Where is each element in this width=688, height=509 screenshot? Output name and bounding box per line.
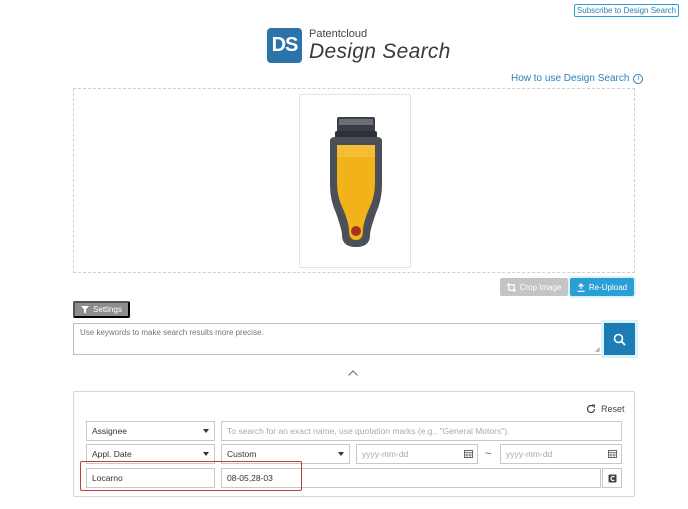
date-from-placeholder: yyyy-mm-dd bbox=[362, 449, 409, 459]
date-to-placeholder: yyyy-mm-dd bbox=[506, 449, 553, 459]
reset-button[interactable]: Reset bbox=[586, 404, 625, 414]
assignee-field-select[interactable]: Assignee bbox=[86, 421, 215, 441]
reupload-button[interactable]: Re-Upload bbox=[570, 278, 634, 296]
search-icon bbox=[613, 333, 626, 346]
keyword-input[interactable] bbox=[73, 323, 603, 355]
classification-icon bbox=[608, 474, 616, 482]
reupload-label: Re-Upload bbox=[588, 282, 628, 292]
date-range-type-select[interactable]: Custom bbox=[221, 444, 350, 464]
image-upload-dropzone[interactable] bbox=[73, 88, 635, 273]
assignee-placeholder: To search for an exact name, use quotati… bbox=[227, 426, 510, 436]
caret-down-icon bbox=[203, 429, 209, 433]
date-field-label: Appl. Date bbox=[92, 449, 132, 459]
uploaded-image-preview bbox=[299, 94, 411, 268]
logo-text: Patentcloud Design Search bbox=[309, 28, 451, 64]
crop-image-button[interactable]: Crop Image bbox=[500, 278, 568, 296]
date-to-input[interactable]: yyyy-mm-dd bbox=[500, 444, 622, 464]
refresh-icon bbox=[586, 404, 596, 414]
howto-label: How to use Design Search bbox=[511, 73, 630, 84]
crop-label: Crop Image bbox=[519, 282, 562, 292]
date-field-select[interactable]: Appl. Date bbox=[86, 444, 215, 464]
assignee-input[interactable]: To search for an exact name, use quotati… bbox=[221, 421, 622, 441]
assignee-field-label: Assignee bbox=[92, 426, 127, 436]
locarno-input[interactable]: 08-05,28-03 bbox=[221, 468, 601, 488]
app-logo[interactable]: DS Patentcloud Design Search bbox=[267, 28, 451, 64]
info-icon: i bbox=[633, 73, 644, 84]
locarno-label: Locarno bbox=[92, 473, 123, 483]
subscribe-button[interactable]: Subscribe to Design Search bbox=[574, 4, 679, 17]
chevron-up-icon[interactable] bbox=[347, 368, 359, 378]
resize-handle-icon[interactable]: ◢ bbox=[595, 347, 601, 353]
upload-icon bbox=[577, 282, 585, 292]
settings-label: Settings bbox=[93, 305, 122, 314]
caret-down-icon bbox=[338, 452, 344, 456]
caret-down-icon bbox=[203, 452, 209, 456]
settings-button[interactable]: Settings bbox=[73, 301, 130, 318]
howto-link[interactable]: How to use Design Search i bbox=[511, 73, 644, 84]
locarno-value: 08-05,28-03 bbox=[227, 473, 273, 483]
filter-icon bbox=[81, 305, 90, 313]
date-range-separator: ~ bbox=[485, 448, 492, 460]
date-from-input[interactable]: yyyy-mm-dd bbox=[356, 444, 478, 464]
logo-product: Design Search bbox=[309, 40, 451, 63]
calendar-icon bbox=[464, 450, 473, 458]
locarno-field-label: Locarno bbox=[86, 468, 215, 488]
search-button[interactable] bbox=[604, 323, 635, 355]
locarno-class-picker-button[interactable] bbox=[602, 468, 622, 488]
logo-mark: DS bbox=[267, 28, 302, 63]
crop-icon bbox=[506, 282, 516, 292]
calendar-icon bbox=[608, 450, 617, 458]
reset-label: Reset bbox=[601, 404, 625, 414]
logo-brand: Patentcloud bbox=[309, 28, 368, 40]
product-image bbox=[330, 117, 382, 247]
date-range-type-label: Custom bbox=[227, 449, 257, 459]
